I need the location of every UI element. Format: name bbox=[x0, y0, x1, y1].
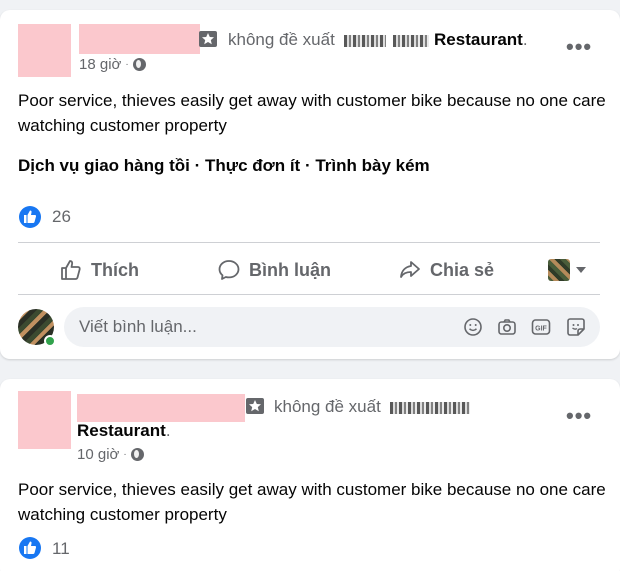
post-time[interactable]: 10 giờ bbox=[77, 446, 119, 463]
divider bbox=[18, 294, 600, 295]
share-label: Chia sẻ bbox=[430, 259, 495, 280]
share-button[interactable]: Chia sẻ bbox=[398, 258, 494, 282]
post-card: không đề xuất Restaurant. 18 giờ · ••• P… bbox=[0, 10, 620, 359]
like-reaction-icon[interactable] bbox=[19, 206, 41, 228]
emoji-icon[interactable] bbox=[463, 317, 483, 337]
comment-icon bbox=[218, 260, 240, 280]
period: . bbox=[522, 30, 528, 49]
camera-icon[interactable] bbox=[497, 317, 517, 337]
svg-text:GIF: GIF bbox=[535, 325, 547, 332]
star-icon bbox=[246, 398, 264, 414]
recommend-text: không đề xuất bbox=[228, 30, 335, 49]
like-count[interactable]: 11 bbox=[52, 539, 70, 559]
like-label: Thích bbox=[91, 259, 139, 280]
redacted-name bbox=[393, 34, 430, 47]
more-options-icon[interactable]: ••• bbox=[566, 403, 592, 429]
divider bbox=[18, 242, 600, 243]
like-reaction-icon[interactable] bbox=[19, 537, 41, 559]
like-count[interactable]: 26 bbox=[52, 207, 71, 227]
period: . bbox=[165, 421, 171, 440]
star-icon bbox=[199, 31, 217, 47]
globe-icon bbox=[132, 58, 146, 71]
restaurant-line: Restaurant. bbox=[77, 421, 171, 441]
comment-button[interactable]: Bình luận bbox=[217, 258, 331, 282]
review-header: không đề xuất Restaurant. bbox=[228, 30, 528, 50]
comment-label: Bình luận bbox=[249, 259, 331, 280]
comment-box[interactable] bbox=[64, 307, 600, 347]
post-body: Poor service, thieves easily get away wi… bbox=[18, 91, 606, 135]
author-name[interactable] bbox=[79, 24, 200, 54]
avatar[interactable] bbox=[18, 391, 71, 449]
recommend-text: không đề xuất bbox=[274, 397, 381, 416]
redacted-name bbox=[389, 401, 470, 414]
chevron-down-icon[interactable] bbox=[576, 267, 586, 273]
gif-icon[interactable]: GIF bbox=[531, 317, 551, 337]
author-name[interactable] bbox=[77, 394, 245, 422]
globe-icon bbox=[130, 448, 144, 461]
sticker-icon[interactable] bbox=[566, 317, 586, 337]
post-meta: 10 giờ · bbox=[77, 446, 144, 463]
post-body: Poor service, thieves easily get away wi… bbox=[18, 480, 606, 524]
online-status-indicator bbox=[44, 335, 56, 347]
share-icon bbox=[400, 261, 420, 278]
restaurant-link[interactable]: Restaurant bbox=[434, 30, 523, 49]
comment-input[interactable] bbox=[79, 317, 449, 337]
restaurant-link[interactable]: Restaurant bbox=[77, 421, 166, 440]
post-time[interactable]: 18 giờ bbox=[79, 56, 121, 73]
reaction-author-avatar[interactable] bbox=[548, 259, 570, 281]
post-card: không đề xuất Restaurant. 10 giờ · ••• P… bbox=[0, 379, 620, 571]
thumbs-up-icon bbox=[61, 260, 81, 280]
redacted-name bbox=[343, 34, 386, 47]
review-header: không đề xuất bbox=[274, 397, 470, 417]
post-meta: 18 giờ · bbox=[79, 56, 146, 73]
more-options-icon[interactable]: ••• bbox=[566, 34, 592, 60]
like-button[interactable]: Thích bbox=[59, 258, 139, 282]
review-tags: Dịch vụ giao hàng tồi · Thực đơn ít · Tr… bbox=[18, 156, 430, 175]
avatar[interactable] bbox=[18, 24, 71, 77]
